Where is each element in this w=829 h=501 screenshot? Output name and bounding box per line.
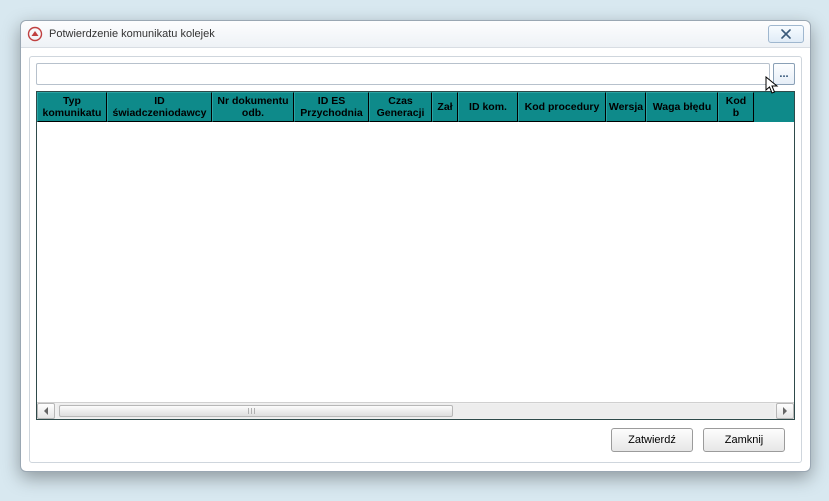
scroll-track[interactable]	[57, 404, 774, 418]
workarea: ... Typ komunikatuID świadczeniodawcyNr …	[29, 56, 802, 463]
data-grid: Typ komunikatuID świadczeniodawcyNr doku…	[36, 91, 795, 420]
dialog-window: Potwierdzenie komunikatu kolejek ... Typ…	[20, 20, 811, 472]
scroll-right-button[interactable]	[776, 403, 794, 419]
browse-button[interactable]: ...	[773, 63, 795, 85]
grid-header-row: Typ komunikatuID świadczeniodawcyNr doku…	[37, 92, 794, 122]
dialog-button-row: Zatwierdź Zamknij	[36, 420, 795, 456]
filter-input[interactable]	[36, 63, 770, 85]
scroll-thumb[interactable]	[59, 405, 453, 417]
app-icon	[27, 26, 43, 42]
column-header[interactable]: Wersja	[606, 92, 646, 122]
column-header[interactable]: Czas Generacji	[369, 92, 432, 122]
column-header[interactable]: Kod b	[718, 92, 754, 122]
column-header[interactable]: ID kom.	[458, 92, 518, 122]
column-header[interactable]: ID świadczeniodawcy	[107, 92, 212, 122]
window-controls	[768, 25, 804, 43]
titlebar: Potwierdzenie komunikatu kolejek	[21, 21, 810, 48]
filter-row: ...	[36, 63, 795, 85]
close-window-button[interactable]	[768, 25, 804, 43]
column-header[interactable]: ID ES Przychodnia	[294, 92, 369, 122]
column-header[interactable]: Nr dokumentu odb.	[212, 92, 294, 122]
column-header[interactable]: Zał	[432, 92, 458, 122]
column-header[interactable]: Waga błędu	[646, 92, 718, 122]
column-header[interactable]: Typ komunikatu	[37, 92, 107, 122]
window-title: Potwierdzenie komunikatu kolejek	[49, 28, 215, 40]
confirm-button[interactable]: Zatwierdź	[611, 428, 693, 452]
scroll-left-button[interactable]	[37, 403, 55, 419]
column-header[interactable]: Kod procedury	[518, 92, 606, 122]
horizontal-scrollbar[interactable]	[37, 402, 794, 419]
close-button[interactable]: Zamknij	[703, 428, 785, 452]
grid-body	[37, 122, 794, 402]
